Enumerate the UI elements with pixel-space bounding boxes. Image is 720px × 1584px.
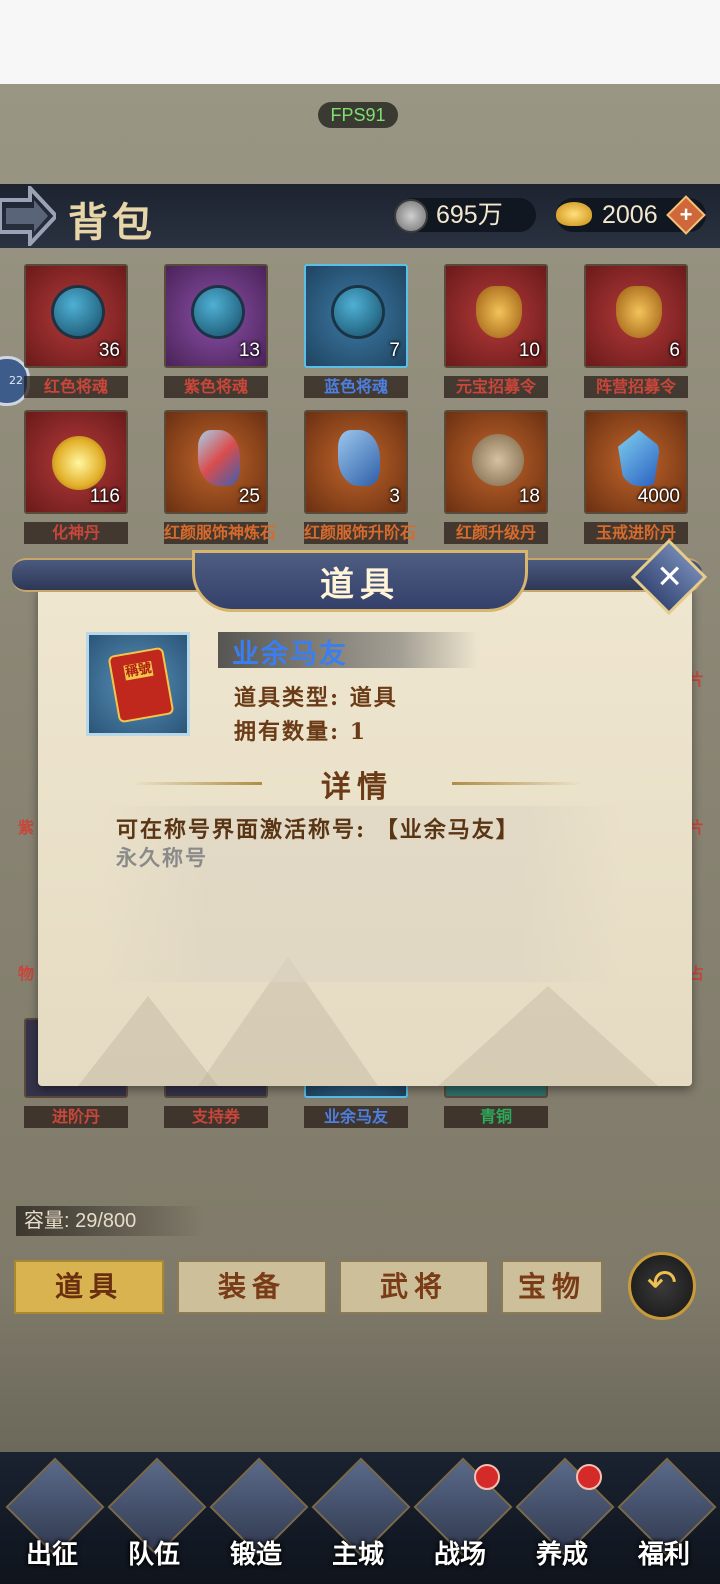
item-quantity: 拥有数量: 1 xyxy=(234,719,368,745)
item-name: 业余马友 xyxy=(232,639,348,670)
stone-a-icon xyxy=(198,430,240,486)
description-text: 可在称号界面激活称号: 【业余马友】 xyxy=(116,817,520,843)
orb-icon xyxy=(194,288,242,336)
nav-label: 队伍 xyxy=(127,1540,180,1570)
close-icon: ✕ xyxy=(656,557,684,596)
divider-line xyxy=(132,782,262,785)
nav-button[interactable]: 队伍 xyxy=(106,1457,207,1580)
item-label: 业余马友 xyxy=(304,1106,408,1128)
item-label: 阵营招募令 xyxy=(584,376,688,398)
item-label: 进阶丹 xyxy=(24,1106,128,1128)
nav-label: 出征 xyxy=(25,1540,78,1570)
detail-title: 详情 xyxy=(321,770,393,805)
item-count: 6 xyxy=(669,340,680,361)
page-title: 背包 xyxy=(68,199,156,246)
orb-icon xyxy=(54,288,102,336)
item-label: 红色将魂 xyxy=(24,376,128,398)
nav-button[interactable]: 战场 xyxy=(412,1457,513,1580)
description-subtext: 永久称号 xyxy=(116,845,208,870)
nav-label: 养成 xyxy=(535,1540,588,1570)
title-envelope-icon: 稱號 xyxy=(107,646,175,724)
mountain-decor xyxy=(78,996,218,1086)
item-tile[interactable]: 18 xyxy=(444,410,548,514)
item-label: 蓝色将魂 xyxy=(304,376,408,398)
dialog-title: 道具 xyxy=(320,565,400,605)
divider-line xyxy=(452,782,582,785)
item-icon-frame: 稱號 xyxy=(86,632,190,736)
status-bar-area xyxy=(0,0,720,84)
nav-button[interactable]: 锻造 xyxy=(208,1457,309,1580)
gold-counter: 2006 + xyxy=(556,195,706,235)
item-label: 红颜升级丹 xyxy=(444,522,548,544)
stone-d-icon xyxy=(618,430,660,486)
item-label: 化神丹 xyxy=(24,522,128,544)
top-bar: 背包 695万 2006 + xyxy=(0,184,720,248)
pendant-icon xyxy=(476,286,522,338)
item-tile[interactable]: 13 xyxy=(164,264,268,368)
nav-label: 锻造 xyxy=(229,1540,282,1570)
item-label: 元宝招募令 xyxy=(444,376,548,398)
nav-button[interactable]: 福利 xyxy=(616,1457,717,1580)
nav-label: 战场 xyxy=(433,1540,486,1570)
item-count: 10 xyxy=(518,340,540,361)
coin-value: 695万 xyxy=(436,201,503,229)
item-label: 紫色将魂 xyxy=(164,376,268,398)
item-tile[interactable]: 25 xyxy=(164,410,268,514)
item-detail-dialog: 道具 ✕ 稱號 业余马友 道具类型: 道具 拥有数量: 1 详情 可在称号界面激… xyxy=(12,538,708,1092)
item-tile[interactable]: 10 xyxy=(444,264,548,368)
tab-generals[interactable]: 武将 xyxy=(339,1260,489,1314)
coin-counter: 695万 xyxy=(394,198,536,233)
notification-dot xyxy=(576,1464,602,1490)
item-count: 116 xyxy=(89,486,120,507)
item-count: 25 xyxy=(238,486,260,507)
stone-b-icon xyxy=(338,430,380,486)
tab-equipment[interactable]: 装备 xyxy=(177,1260,327,1314)
item-type: 道具类型: 道具 xyxy=(234,685,398,711)
item-label: 青铜 xyxy=(444,1106,548,1128)
bottom-nav: 出征 队伍 锻造 主城 战场 养成 福利 xyxy=(0,1452,720,1584)
item-tile[interactable]: 4000 xyxy=(584,410,688,514)
item-label: 支持券 xyxy=(164,1106,268,1128)
nav-button[interactable]: 养成 xyxy=(514,1457,615,1580)
add-gold-button[interactable]: + xyxy=(666,195,706,235)
item-count: 3 xyxy=(389,486,400,507)
nav-button[interactable]: 出征 xyxy=(4,1457,105,1580)
item-count: 36 xyxy=(98,340,120,361)
detail-header: 详情 xyxy=(132,762,582,805)
coin-icon xyxy=(394,199,428,233)
item-tile[interactable]: 7 xyxy=(304,264,408,368)
item-tile[interactable]: 36 xyxy=(24,264,128,368)
gold-ingot-icon xyxy=(556,202,592,226)
return-arrow-icon: ↶ xyxy=(646,1263,678,1304)
item-tile[interactable]: 116 xyxy=(24,410,128,514)
dialog-title-plaque: 道具 xyxy=(192,550,528,612)
pill-icon xyxy=(52,436,106,490)
notification-dot xyxy=(474,1464,500,1490)
nav-label: 主城 xyxy=(331,1540,384,1570)
nav-label: 福利 xyxy=(637,1540,690,1570)
capacity-text: 容量: 29/800 xyxy=(16,1206,204,1236)
plus-icon: + xyxy=(679,202,693,227)
tab-items[interactable]: 道具 xyxy=(14,1260,164,1314)
stone-c-icon xyxy=(472,434,524,486)
back-arrow-icon[interactable] xyxy=(0,186,56,246)
tab-treasures[interactable]: 宝物 xyxy=(501,1260,603,1314)
pendant-icon xyxy=(616,286,662,338)
item-label: 红颜服饰神炼石 xyxy=(164,522,277,544)
gold-value: 2006 xyxy=(602,201,658,229)
item-tile[interactable]: 6 xyxy=(584,264,688,368)
item-count: 13 xyxy=(238,340,260,361)
item-count: 7 xyxy=(389,340,400,361)
item-tile[interactable]: 3 xyxy=(304,410,408,514)
item-count: 4000 xyxy=(637,486,680,507)
return-button[interactable]: ↶ xyxy=(628,1252,696,1320)
item-label: 红颜服饰升阶石 xyxy=(304,522,417,544)
fps-counter: FPS91 xyxy=(318,102,398,128)
orb-icon xyxy=(334,288,382,336)
item-label: 玉戒进阶丹 xyxy=(584,522,688,544)
nav-button[interactable]: 主城 xyxy=(310,1457,411,1580)
item-count: 18 xyxy=(518,486,540,507)
mountain-decor xyxy=(438,986,658,1086)
